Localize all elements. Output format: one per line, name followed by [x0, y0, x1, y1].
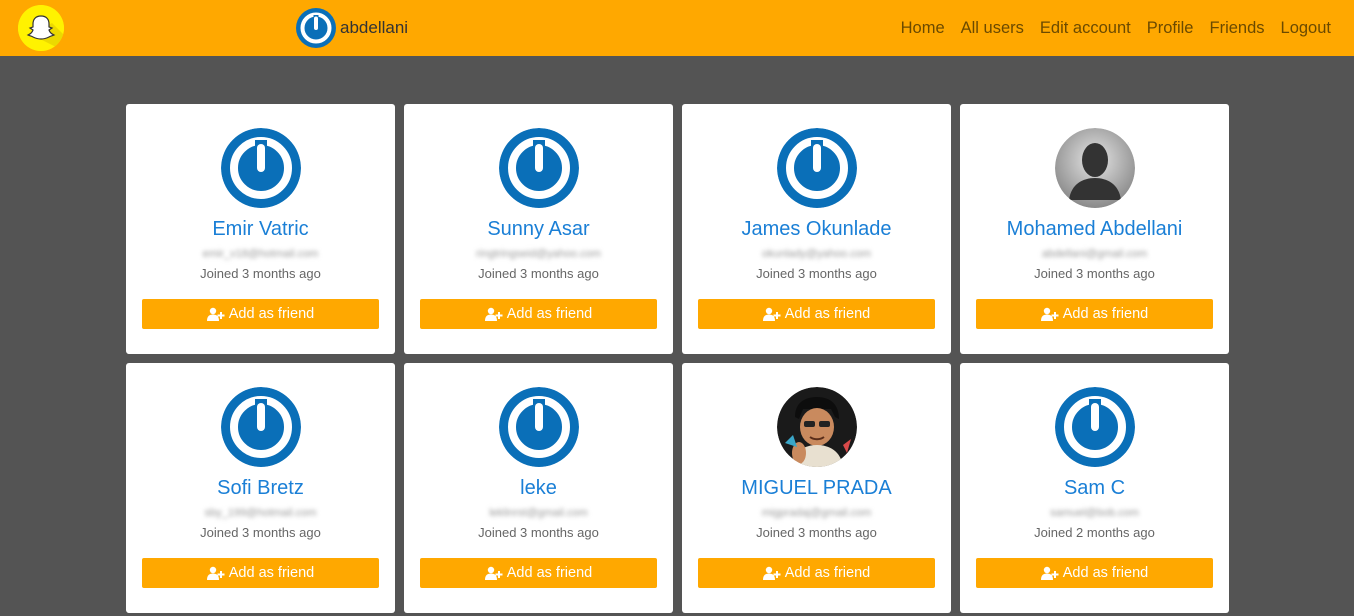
- photo-avatar-icon[interactable]: [776, 387, 857, 467]
- user-email: sby_199@hotmail.com: [204, 507, 317, 519]
- user-email: samuel@bob.com: [1050, 507, 1139, 519]
- user-email: migpradaj@gmail.com: [761, 507, 872, 519]
- user-name-link[interactable]: Mohamed Abdellani: [960, 217, 1229, 241]
- current-user-avatar-icon[interactable]: [296, 8, 336, 48]
- add-friend-label: Add as friend: [1062, 565, 1149, 581]
- add-friend-button[interactable]: Add as friend: [420, 299, 657, 329]
- user-card: Mohamed Abdellani abdellani@gmail.com Jo…: [960, 104, 1229, 354]
- user-grid: Emir Vatric emir_v18@hotmail.com Joined …: [126, 104, 1229, 613]
- user-joined-date: Joined 2 months ago: [1034, 525, 1155, 540]
- user-plus-icon: [484, 307, 503, 321]
- user-card: Sunny Asar ringtringseid@yahoo.com Joine…: [404, 104, 673, 354]
- current-username[interactable]: abdellani: [340, 18, 408, 38]
- add-friend-label: Add as friend: [506, 565, 593, 581]
- user-plus-icon: [206, 307, 225, 321]
- user-plus-icon: [762, 307, 781, 321]
- add-friend-button[interactable]: Add as friend: [698, 299, 935, 329]
- nav-edit-account[interactable]: Edit account: [1040, 18, 1131, 38]
- user-card: Emir Vatric emir_v18@hotmail.com Joined …: [126, 104, 395, 354]
- user-joined-date: Joined 3 months ago: [1034, 266, 1155, 281]
- add-friend-button[interactable]: Add as friend: [420, 558, 657, 588]
- user-joined-date: Joined 3 months ago: [200, 525, 321, 540]
- user-name-link[interactable]: James Okunlade: [682, 217, 951, 241]
- add-friend-button[interactable]: Add as friend: [976, 299, 1213, 329]
- nav-links: Home All users Edit account Profile Frie…: [901, 18, 1331, 38]
- power-avatar-icon[interactable]: [776, 128, 857, 208]
- user-email: emir_v18@hotmail.com: [202, 248, 319, 260]
- add-friend-button[interactable]: Add as friend: [698, 558, 935, 588]
- user-plus-icon: [1040, 307, 1059, 321]
- user-card: James Okunlade okunlady@yahoo.com Joined…: [682, 104, 951, 354]
- user-name-link[interactable]: Sunny Asar: [404, 217, 673, 241]
- add-friend-button[interactable]: Add as friend: [976, 558, 1213, 588]
- nav-home[interactable]: Home: [901, 18, 945, 38]
- power-avatar-icon[interactable]: [220, 387, 301, 467]
- user-joined-date: Joined 3 months ago: [478, 266, 599, 281]
- add-friend-label: Add as friend: [784, 565, 871, 581]
- user-card: Sam C samuel@bob.com Joined 2 months ago…: [960, 363, 1229, 613]
- user-joined-date: Joined 3 months ago: [200, 266, 321, 281]
- user-plus-icon: [1040, 566, 1059, 580]
- silhouette-avatar-icon[interactable]: [1054, 128, 1135, 208]
- user-email: leklinrst@gmail.com: [489, 507, 588, 519]
- power-avatar-icon[interactable]: [220, 128, 301, 208]
- add-friend-label: Add as friend: [1062, 306, 1149, 322]
- user-card: Sofi Bretz sby_199@hotmail.com Joined 3 …: [126, 363, 395, 613]
- nav-friends[interactable]: Friends: [1210, 18, 1265, 38]
- user-name-link[interactable]: MIGUEL PRADA: [682, 476, 951, 500]
- user-joined-date: Joined 3 months ago: [478, 525, 599, 540]
- top-navbar: abdellani Home All users Edit account Pr…: [0, 0, 1354, 56]
- add-friend-button[interactable]: Add as friend: [142, 299, 379, 329]
- user-name-link[interactable]: leke: [404, 476, 673, 500]
- add-friend-label: Add as friend: [228, 565, 315, 581]
- user-plus-icon: [206, 566, 225, 580]
- user-plus-icon: [484, 566, 503, 580]
- power-avatar-icon[interactable]: [498, 128, 579, 208]
- power-avatar-icon[interactable]: [1054, 387, 1135, 467]
- add-friend-label: Add as friend: [784, 306, 871, 322]
- add-friend-button[interactable]: Add as friend: [142, 558, 379, 588]
- user-name-link[interactable]: Sam C: [960, 476, 1229, 500]
- nav-profile[interactable]: Profile: [1147, 18, 1194, 38]
- add-friend-label: Add as friend: [228, 306, 315, 322]
- user-email: okunlady@yahoo.com: [761, 248, 871, 260]
- user-plus-icon: [762, 566, 781, 580]
- user-joined-date: Joined 3 months ago: [756, 525, 877, 540]
- user-name-link[interactable]: Emir Vatric: [126, 217, 395, 241]
- nav-logout[interactable]: Logout: [1281, 18, 1331, 38]
- snapchat-logo-icon[interactable]: [18, 5, 64, 51]
- power-avatar-icon[interactable]: [498, 387, 579, 467]
- add-friend-label: Add as friend: [506, 306, 593, 322]
- user-joined-date: Joined 3 months ago: [756, 266, 877, 281]
- user-card: leke leklinrst@gmail.com Joined 3 months…: [404, 363, 673, 613]
- nav-all-users[interactable]: All users: [961, 18, 1024, 38]
- user-email: ringtringseid@yahoo.com: [476, 248, 601, 260]
- user-card: MIGUEL PRADA migpradaj@gmail.com Joined …: [682, 363, 951, 613]
- user-name-link[interactable]: Sofi Bretz: [126, 476, 395, 500]
- user-email: abdellani@gmail.com: [1041, 248, 1148, 260]
